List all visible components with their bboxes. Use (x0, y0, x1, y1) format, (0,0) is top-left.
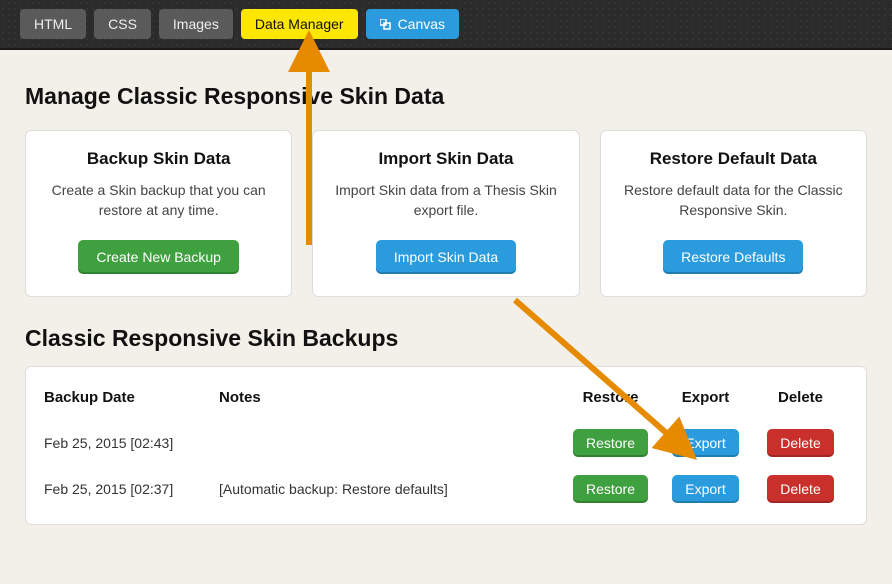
card-import: Import Skin Data Import Skin data from a… (312, 130, 579, 297)
card-backup-desc: Create a Skin backup that you can restor… (40, 181, 277, 220)
cell-notes: [Automatic backup: Restore defaults] (219, 466, 563, 512)
tab-data-manager[interactable]: Data Manager (241, 9, 358, 39)
table-row: Feb 25, 2015 [02:37] [Automatic backup: … (44, 466, 848, 512)
canvas-icon (380, 18, 392, 30)
card-import-title: Import Skin Data (327, 149, 564, 169)
th-delete: Delete (753, 383, 848, 420)
cell-date: Feb 25, 2015 [02:43] (44, 420, 219, 466)
backups-table: Backup Date Notes Restore Export Delete … (44, 383, 848, 512)
th-export: Export (658, 383, 753, 420)
backups-heading: Classic Responsive Skin Backups (25, 325, 867, 352)
restore-defaults-button[interactable]: Restore Defaults (663, 240, 803, 274)
import-skin-data-button[interactable]: Import Skin Data (376, 240, 516, 274)
tab-images[interactable]: Images (159, 9, 233, 39)
tab-canvas[interactable]: Canvas (366, 9, 459, 39)
table-row: Feb 25, 2015 [02:43] Restore Export Dele… (44, 420, 848, 466)
export-button[interactable]: Export (672, 429, 738, 457)
content-area: Manage Classic Responsive Skin Data Back… (0, 50, 892, 525)
delete-button[interactable]: Delete (767, 475, 833, 503)
th-restore: Restore (563, 383, 658, 420)
restore-button[interactable]: Restore (573, 429, 648, 457)
cards-row: Backup Skin Data Create a Skin backup th… (25, 130, 867, 297)
manage-heading: Manage Classic Responsive Skin Data (25, 83, 867, 110)
card-restore-desc: Restore default data for the Classic Res… (615, 181, 852, 220)
create-new-backup-button[interactable]: Create New Backup (78, 240, 239, 274)
tab-canvas-label: Canvas (398, 16, 445, 32)
th-notes: Notes (219, 383, 563, 420)
cell-date: Feb 25, 2015 [02:37] (44, 466, 219, 512)
restore-button[interactable]: Restore (573, 475, 648, 503)
tab-css[interactable]: CSS (94, 9, 151, 39)
backups-table-card: Backup Date Notes Restore Export Delete … (25, 366, 867, 525)
card-backup: Backup Skin Data Create a Skin backup th… (25, 130, 292, 297)
top-toolbar: HTML CSS Images Data Manager Canvas (0, 0, 892, 50)
th-date: Backup Date (44, 383, 219, 420)
export-button[interactable]: Export (672, 475, 738, 503)
tab-html[interactable]: HTML (20, 9, 86, 39)
card-import-desc: Import Skin data from a Thesis Skin expo… (327, 181, 564, 220)
card-restore-title: Restore Default Data (615, 149, 852, 169)
delete-button[interactable]: Delete (767, 429, 833, 457)
card-restore-defaults: Restore Default Data Restore default dat… (600, 130, 867, 297)
cell-notes (219, 420, 563, 466)
card-backup-title: Backup Skin Data (40, 149, 277, 169)
